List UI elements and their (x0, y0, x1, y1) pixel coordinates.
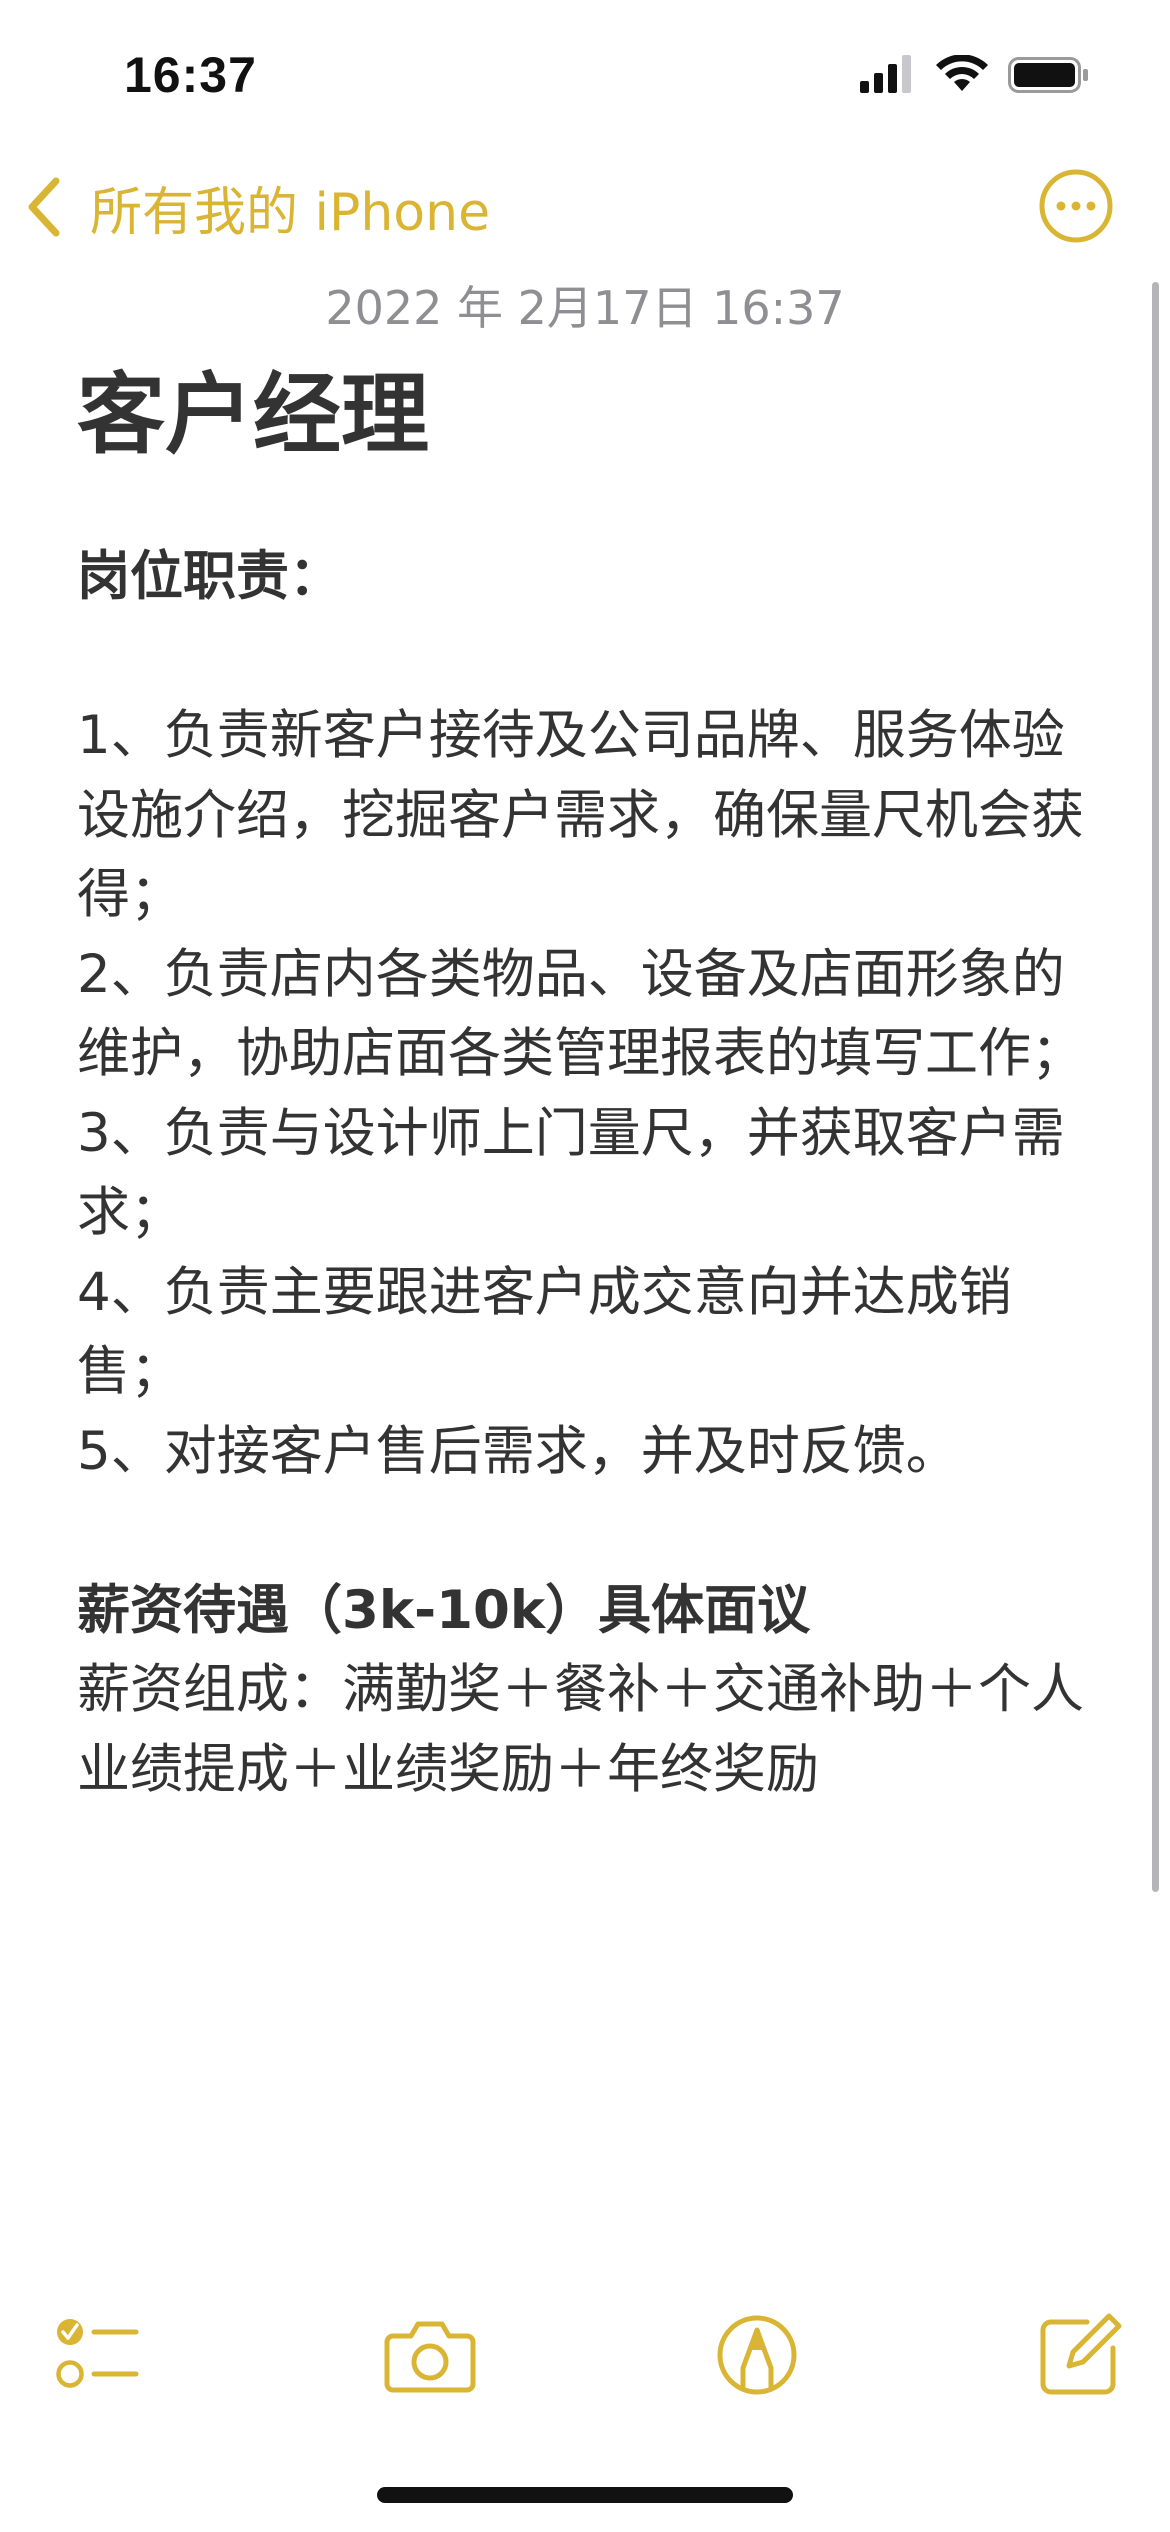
home-indicator[interactable] (377, 2487, 793, 2503)
camera-icon[interactable] (383, 2310, 477, 2400)
salary-heading[interactable]: 薪资待遇（3k-10k）具体面议 (77, 1571, 1107, 1651)
chevron-left-icon (28, 177, 60, 237)
duty-item[interactable]: 4、负责主要跟进客户成交意向并达成销售； (77, 1253, 1107, 1412)
note-title[interactable]: 客户经理 (77, 340, 1107, 490)
markup-icon[interactable] (712, 2310, 802, 2400)
duty-item[interactable]: 2、负责店内各类物品、设备及店面形象的维护，协助店面各类管理报表的填写工作； (77, 935, 1107, 1094)
more-options-button[interactable] (1038, 168, 1114, 244)
note-date: 2022 年 2月17日 16:37 (325, 281, 845, 335)
compose-icon[interactable] (1035, 2310, 1125, 2400)
status-bar: 16:37 (0, 0, 1170, 150)
section-heading-duties[interactable]: 岗位职责： (77, 537, 1107, 617)
salary-detail[interactable]: 薪资组成：满勤奖＋餐补＋交通补助＋个人业绩提成＋业绩奖励＋年终奖励 (77, 1650, 1107, 1809)
battery-icon (1008, 57, 1088, 93)
wifi-icon (936, 55, 988, 91)
status-time: 16:37 (124, 47, 257, 103)
back-button-label: 所有我的 iPhone (90, 182, 491, 243)
duty-item[interactable]: 1、负责新客户接待及公司品牌、服务体验设施介绍，挖掘客户需求，确保量尺机会获得； (77, 696, 1107, 935)
cellular-signal-icon (860, 55, 911, 93)
back-button[interactable]: 所有我的 iPhone (24, 162, 490, 252)
status-icons (860, 55, 1090, 95)
scrollbar[interactable] (1152, 282, 1159, 1892)
checklist-icon[interactable] (52, 2310, 142, 2400)
note-body[interactable]: 客户经理 岗位职责： 1、负责新客户接待及公司品牌、服务体验设施介绍，挖掘客户需… (77, 340, 1107, 1809)
duty-item[interactable]: 3、负责与设计师上门量尺，并获取客户需求； (77, 1094, 1107, 1253)
duty-item[interactable]: 5、对接客户售后需求，并及时反馈。 (77, 1412, 1107, 1492)
